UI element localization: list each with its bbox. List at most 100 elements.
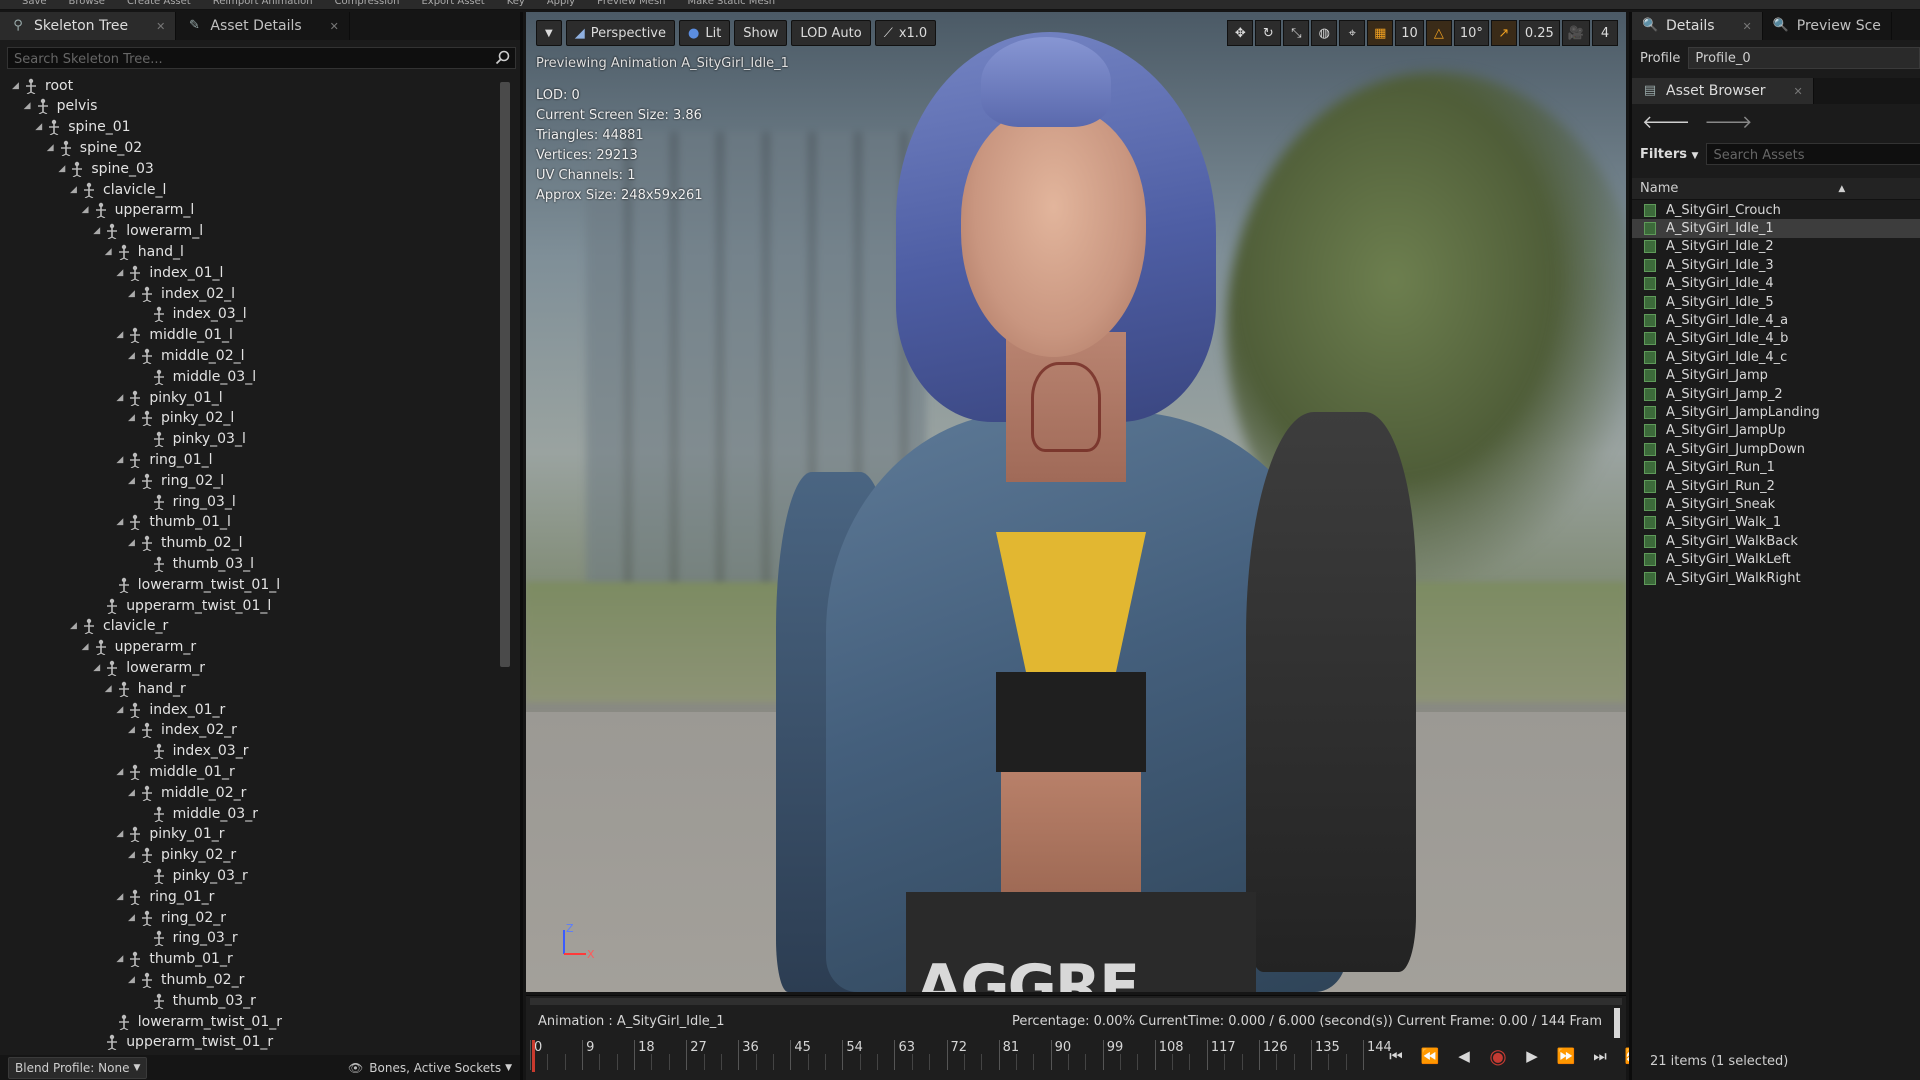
expand-arrow-icon[interactable]: ◢ — [116, 393, 126, 403]
asset-list-item[interactable]: A_SityGirl_Idle_4_a — [1632, 311, 1920, 329]
tree-row-lowerarm-r[interactable]: ◢ lowerarm_r — [93, 657, 205, 678]
asset-list-item[interactable]: A_SityGirl_Idle_4 — [1632, 275, 1920, 293]
playhead-scrubber[interactable] — [532, 1040, 535, 1072]
tree-row-hand-r[interactable]: ◢ hand_r — [105, 678, 186, 699]
tree-row-upperarm-twist-01-r[interactable]: upperarm_twist_01_r — [93, 1032, 273, 1053]
tab-asset-details[interactable]: ✎ Asset Details ✕ — [176, 12, 350, 40]
menu-item[interactable]: Browse — [69, 0, 105, 9]
expand-arrow-icon[interactable]: ◢ — [128, 975, 138, 985]
tree-row-ring-01-r[interactable]: ◢ ring_01_r — [116, 886, 214, 907]
tree-row-upperarm-l[interactable]: ◢ upperarm_l — [82, 200, 194, 221]
menu-item[interactable]: Make Static Mesh — [688, 0, 776, 9]
tree-row-pinky-03-r[interactable]: pinky_03_r — [140, 865, 248, 886]
tree-row-hand-l[interactable]: ◢ hand_l — [105, 241, 184, 262]
expand-arrow-icon[interactable]: ◢ — [82, 205, 92, 215]
tree-row-ring-03-r[interactable]: ring_03_r — [140, 928, 238, 949]
angle-snap-value[interactable]: 10° — [1453, 20, 1489, 46]
asset-list-item[interactable]: A_SityGirl_Jamp — [1632, 367, 1920, 385]
asset-list-item[interactable]: A_SityGirl_Run_1 — [1632, 458, 1920, 476]
expand-arrow-icon[interactable]: ◢ — [105, 684, 115, 694]
tree-row-thumb-02-r[interactable]: ◢ thumb_02_r — [128, 969, 244, 990]
expand-arrow-icon[interactable]: ◢ — [58, 164, 68, 174]
tree-row-lowerarm-twist-01-r[interactable]: lowerarm_twist_01_r — [105, 1011, 282, 1032]
skip-to-end-icon[interactable]: ⏭ — [1590, 1046, 1610, 1066]
expand-arrow-icon[interactable]: ◢ — [93, 226, 103, 236]
asset-list-item[interactable]: A_SityGirl_JampUp — [1632, 422, 1920, 440]
asset-search-input[interactable] — [1707, 145, 1920, 166]
tree-row-thumb-02-l[interactable]: ◢ thumb_02_l — [128, 533, 242, 554]
tree-row-upperarm-twist-01-l[interactable]: upperarm_twist_01_l — [93, 595, 271, 616]
tree-row-ring-01-l[interactable]: ◢ ring_01_l — [116, 449, 213, 470]
expand-arrow-icon[interactable]: ◢ — [128, 351, 138, 361]
menu-item[interactable]: Save — [22, 0, 47, 9]
tree-row-index-01-r[interactable]: ◢ index_01_r — [116, 699, 225, 720]
tree-row-ring-02-l[interactable]: ◢ ring_02_l — [128, 470, 224, 491]
tree-row-index-03-l[interactable]: index_03_l — [140, 304, 247, 325]
tree-row-thumb-01-l[interactable]: ◢ thumb_01_l — [116, 512, 231, 533]
rotate-icon[interactable]: ↻ — [1255, 20, 1282, 46]
blend-profile-dropdown[interactable]: Blend Profile: None ▼ — [8, 1056, 148, 1079]
tree-row-ring-02-r[interactable]: ◢ ring_02_r — [128, 907, 226, 928]
tree-row-pinky-02-r[interactable]: ◢ pinky_02_r — [128, 845, 236, 866]
tab-details[interactable]: 🔍 Details ✕ — [1632, 12, 1763, 40]
surface-snap-icon[interactable]: ⌖ — [1339, 20, 1366, 46]
menu-item[interactable]: Preview Mesh — [597, 0, 665, 9]
preview-viewport[interactable]: AGGRE ▼ ◢ Perspective ● Lit Show LOD Auto … — [526, 12, 1626, 992]
tree-row-pinky-01-r[interactable]: ◢ pinky_01_r — [116, 824, 225, 845]
lod-button[interactable]: LOD Auto — [791, 20, 871, 46]
scale-icon[interactable]: ⤡ — [1283, 20, 1310, 46]
asset-list-item[interactable]: A_SityGirl_Crouch — [1632, 201, 1920, 219]
expand-arrow-icon[interactable]: ◢ — [12, 81, 22, 91]
expand-arrow-icon[interactable]: ◢ — [128, 725, 138, 735]
tree-row-ring-03-l[interactable]: ring_03_l — [140, 491, 236, 512]
tree-row-index-01-l[interactable]: ◢ index_01_l — [116, 262, 223, 283]
tree-row-thumb-03-l[interactable]: thumb_03_l — [140, 553, 254, 574]
expand-arrow-icon[interactable]: ◢ — [128, 850, 138, 860]
tree-row-spine-03[interactable]: ◢ spine_03 — [58, 158, 154, 179]
expand-arrow-icon[interactable]: ◢ — [116, 954, 126, 964]
tree-row-lowerarm-twist-01-l[interactable]: lowerarm_twist_01_l — [105, 574, 280, 595]
back-arrow-icon[interactable]: 🡐 — [1642, 112, 1690, 133]
tree-row-clavicle-r[interactable]: ◢ clavicle_r — [70, 616, 168, 637]
camera-speed-value[interactable]: 4 — [1592, 20, 1618, 46]
tree-row-clavicle-l[interactable]: ◢ clavicle_l — [70, 179, 166, 200]
scale-snap-icon[interactable]: ↗ — [1490, 20, 1517, 46]
menu-item[interactable]: Export Asset — [421, 0, 484, 9]
camera-speed-icon[interactable]: 🎥 — [1561, 20, 1590, 46]
close-icon[interactable]: ✕ — [1793, 85, 1802, 98]
tree-row-middle-02-l[interactable]: ◢ middle_02_l — [128, 345, 245, 366]
tree-row-pelvis[interactable]: ◢ pelvis — [24, 96, 97, 117]
asset-list-item[interactable]: A_SityGirl_Jamp_2 — [1632, 385, 1920, 403]
tree-row-pinky-01-l[interactable]: ◢ pinky_01_l — [116, 387, 223, 408]
step-back-icon[interactable]: ⏪ — [1420, 1046, 1440, 1066]
scale-snap-value[interactable]: 0.25 — [1518, 20, 1560, 46]
menu-item[interactable]: Apply — [547, 0, 575, 9]
tree-row-spine-01[interactable]: ◢ spine_01 — [35, 117, 131, 138]
tree-row-thumb-03-r[interactable]: thumb_03_r — [140, 990, 256, 1011]
tree-row-lowerarm-l[interactable]: ◢ lowerarm_l — [93, 221, 203, 242]
asset-list-item[interactable]: A_SityGirl_Idle_2 — [1632, 238, 1920, 256]
asset-list-item[interactable]: A_SityGirl_Walk_1 — [1632, 514, 1920, 532]
tree-row-pinky-02-l[interactable]: ◢ pinky_02_l — [128, 408, 234, 429]
menu-item[interactable]: Reimport Animation — [213, 0, 313, 9]
expand-arrow-icon[interactable]: ◢ — [105, 247, 115, 257]
asset-list-item[interactable]: A_SityGirl_WalkBack — [1632, 532, 1920, 550]
tree-scrollbar[interactable] — [500, 82, 510, 667]
asset-list-item[interactable]: A_SityGirl_Idle_3 — [1632, 256, 1920, 274]
tree-row-index-02-r[interactable]: ◢ index_02_r — [128, 720, 237, 741]
expand-arrow-icon[interactable]: ◢ — [116, 705, 126, 715]
search-icon[interactable] — [495, 50, 511, 66]
expand-arrow-icon[interactable]: ◢ — [116, 268, 126, 278]
move-icon[interactable]: ✥ — [1227, 20, 1254, 46]
tree-row-thumb-01-r[interactable]: ◢ thumb_01_r — [116, 949, 233, 970]
name-column-header[interactable]: Name ▲ — [1632, 178, 1920, 200]
tree-row-middle-03-l[interactable]: middle_03_l — [140, 366, 256, 387]
expand-arrow-icon[interactable]: ◢ — [70, 185, 80, 195]
profile-dropdown[interactable]: Profile_0 — [1688, 47, 1920, 69]
viewport-options-button[interactable]: ▼ — [536, 20, 562, 46]
tree-row-upperarm-r[interactable]: ◢ upperarm_r — [82, 637, 196, 658]
expand-arrow-icon[interactable]: ◢ — [128, 538, 138, 548]
menu-item[interactable]: Create Asset — [127, 0, 191, 9]
expand-arrow-icon[interactable]: ◢ — [35, 122, 45, 132]
expand-arrow-icon[interactable]: ◢ — [116, 829, 126, 839]
